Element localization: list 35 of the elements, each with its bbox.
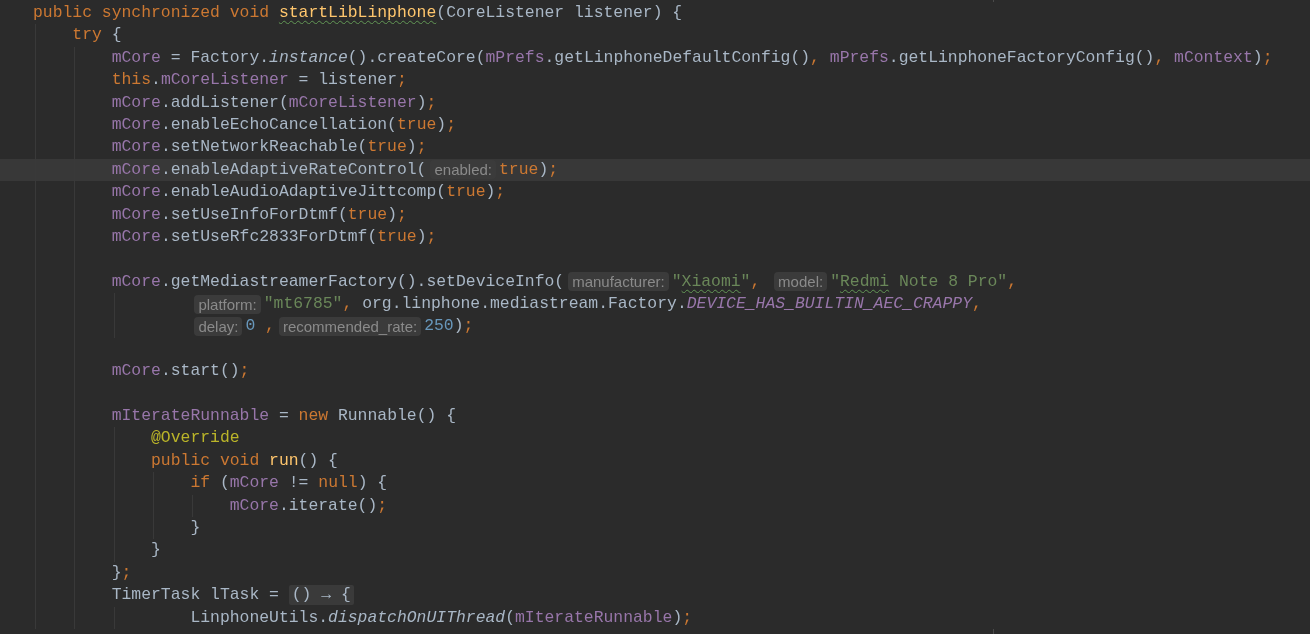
code-text: "Xiaomi", <box>671 270 762 293</box>
code-text: }; <box>111 561 132 584</box>
code-text: "mt6785", org.linphone.mediastream.Factory.DEVICE_HAS_BUILTIN_AEC_CRAPPY, <box>263 293 982 316</box>
code-text: mCore.enableEchoCancellation(true); <box>111 113 456 136</box>
code-text: public synchronized void startLibLinphone(CoreListener listener) { <box>33 2 683 24</box>
code-text: TimerTask lTask = <box>111 584 280 607</box>
code-text: mIterateRunnable = new Runnable() { <box>111 405 456 428</box>
code-text: mCore.start(); <box>111 360 250 383</box>
code-text: try { <box>72 24 122 47</box>
code-text: public void run() { <box>151 449 338 472</box>
code-text: mCore.iterate(); <box>229 494 388 517</box>
code-text: true); <box>499 158 559 181</box>
code-text: mCore.setUseInfoForDtmf(true); <box>111 203 407 226</box>
parameter-hint: recommended_rate: <box>278 317 422 337</box>
code-text: "Redmi Note 8 Pro", <box>830 270 1018 293</box>
code-text: 250); <box>424 315 474 338</box>
code-text: } <box>190 517 201 539</box>
code-text: } <box>151 539 161 562</box>
parameter-hint: platform: <box>194 294 261 314</box>
code-text: mCore.enableAudioAdaptiveJittcomp(true); <box>111 181 506 204</box>
parameter-hint: delay: <box>194 317 243 337</box>
code-text: 0 , <box>245 315 275 338</box>
parameter-hint: model: <box>774 272 828 292</box>
code-text: mCore.enableAdaptiveRateControl( <box>111 158 427 181</box>
parameter-hint: manufacturer: <box>568 272 669 292</box>
code-text: mCore = Factory.instance().createCore(mPrefs.getLinphoneDefaultConfig(), mPrefs.getLinphoneFactoryConfig(), mContext); <box>111 46 1273 69</box>
code-text: @Override <box>151 427 240 450</box>
code-text: mCore.getMediastreamerFactory().setDeviceInfo( <box>111 270 565 293</box>
folded-code[interactable]: () → { <box>288 585 354 606</box>
code-text: mCore.addListener(mCoreListener); <box>111 91 437 114</box>
code-text: if (mCore != null) { <box>190 472 388 495</box>
code-text: mCore.setNetworkReachable(true); <box>111 136 427 159</box>
code-text: mCore.setUseRfc2833ForDtmf(true); <box>111 225 437 248</box>
code-text: this.mCoreListener = listener; <box>111 69 407 92</box>
code-text: LinphoneUtils.dispatchOnUIThread(mIterateRunnable); <box>190 606 693 629</box>
